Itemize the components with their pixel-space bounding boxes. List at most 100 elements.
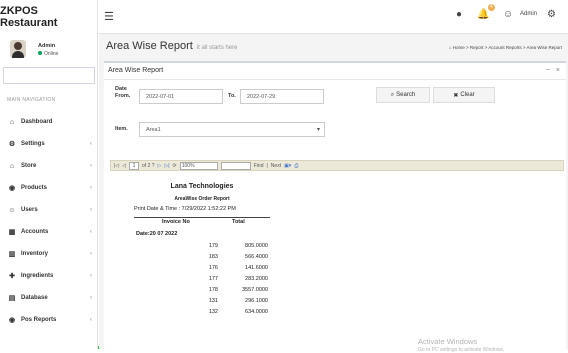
- chevron-left-icon: ‹: [90, 251, 92, 257]
- products-icon: ◉: [8, 185, 16, 192]
- sidebar-item-dashboard[interactable]: ⌂ Dashboard: [0, 112, 98, 132]
- sidebar-item-label: Users: [21, 207, 38, 213]
- zoom-select[interactable]: 100%: [179, 161, 218, 170]
- invoice-cell: 178: [208, 287, 218, 293]
- total-cell: 141.6000: [245, 265, 268, 271]
- table-row: 176 141.6000: [136, 263, 268, 274]
- watermark-line2: Go to PC settings to activate Windows.: [418, 347, 505, 353]
- avatar: [10, 40, 26, 58]
- status-online: Online: [38, 51, 58, 57]
- breadcrumb-home[interactable]: Home: [453, 45, 465, 50]
- sidebar-search-input[interactable]: [3, 67, 95, 84]
- col-total-header: Total: [232, 219, 245, 225]
- sidebar-item-store[interactable]: ⌂ Store ‹: [0, 156, 98, 176]
- total-cell: 3557.0000: [242, 287, 268, 293]
- sidebar-item-settings[interactable]: ⚙ Settings ‹: [0, 134, 98, 154]
- next-page-icon[interactable]: ▷: [158, 163, 162, 169]
- breadcrumb-account-reports[interactable]: Account Reports: [488, 45, 521, 50]
- breadcrumb-current: Area Wise Report: [526, 45, 562, 50]
- sidebar-item-products[interactable]: ◉ Products ‹: [0, 178, 98, 198]
- sidebar-item-label: Inventory: [21, 251, 49, 257]
- refresh-icon[interactable]: ⟳: [173, 163, 177, 169]
- prev-page-icon[interactable]: ◁: [122, 163, 126, 169]
- sidebar-item-pos-reports[interactable]: ◉ Pos Reports ‹: [0, 310, 98, 330]
- page-count: of 2 ?: [142, 162, 155, 169]
- sidebar-item-ingredients[interactable]: ✚ Ingredients ‹: [0, 266, 98, 286]
- user-icon: ☺: [8, 206, 16, 214]
- page-title: Area Wise Report: [106, 40, 193, 52]
- total-cell: 566.4000: [245, 254, 268, 260]
- report-panel: Area Wise Report − × Date From. 2022-07-…: [104, 61, 566, 353]
- brand-logo[interactable]: ZKPOS Restaurant: [0, 0, 98, 34]
- sidebar-item-label: Accounts: [21, 229, 49, 235]
- watermark-line1: Activate Windows: [418, 337, 478, 346]
- sidebar-user-name: Admin: [38, 42, 56, 49]
- date-group-label: Date:20 07 2022: [136, 231, 178, 237]
- table-row: 132 634.0000: [136, 307, 268, 318]
- clear-button[interactable]: ✖ Clear: [433, 87, 495, 103]
- item-select[interactable]: Area1: [139, 122, 325, 137]
- bell-icon[interactable]: 🔔: [477, 9, 489, 20]
- sidebar-item-accounts[interactable]: ▦ Accounts ‹: [0, 222, 98, 242]
- settings-gear-icon[interactable]: ⚙: [547, 9, 556, 20]
- last-page-icon[interactable]: ▷|: [164, 163, 169, 169]
- search-button[interactable]: ⌕ Search: [376, 87, 430, 103]
- sidebar-item-label: Settings: [21, 141, 45, 147]
- report-title: AreaWise Order Report: [174, 196, 230, 202]
- panel-title: Area Wise Report: [108, 67, 164, 74]
- sidebar-item-label: Store: [21, 163, 37, 169]
- find-link[interactable]: Find: [254, 163, 264, 169]
- table-row: 131 296.1000: [136, 296, 268, 307]
- chevron-left-icon: ‹: [90, 295, 92, 301]
- item-label: Item.: [115, 126, 128, 132]
- search-icon: ⌕: [390, 91, 395, 98]
- invoice-cell: 131: [208, 298, 218, 304]
- table-row: 178 3557.0000: [136, 285, 268, 296]
- chevron-left-icon: ‹: [90, 163, 92, 169]
- user-avatar-icon[interactable]: ☺: [503, 9, 513, 20]
- col-invoice-header: Invoice No: [162, 219, 190, 225]
- sidebar-toggle-icon[interactable]: ☰: [104, 10, 114, 23]
- store-icon: ⌂: [9, 162, 15, 170]
- sidebar-item-database[interactable]: ▤ Database ‹: [0, 288, 98, 308]
- chevron-left-icon: ‹: [90, 141, 92, 147]
- invoice-cell: 132: [208, 309, 218, 315]
- page-number-input[interactable]: 1: [129, 161, 140, 170]
- table-row: 177 283.2000: [136, 274, 268, 285]
- sidebar-item-label: Products: [21, 185, 48, 191]
- table-row: 183 566.4000: [136, 252, 268, 263]
- print-icon[interactable]: ⎙: [294, 163, 298, 169]
- inventory-icon: ▥: [8, 251, 16, 258]
- find-input[interactable]: [220, 161, 251, 170]
- breadcrumb: ⌂ Home > Report > Account Reports > Area…: [448, 45, 562, 50]
- sidebar-item-inventory[interactable]: ▥ Inventory ‹: [0, 244, 98, 264]
- report-company: Lana Technologies: [170, 183, 234, 190]
- user-panel: Admin Online: [10, 40, 58, 58]
- clear-icon: ✖: [453, 92, 459, 99]
- invoice-cell: 179: [208, 243, 218, 249]
- export-icon[interactable]: ▣▾: [284, 163, 291, 169]
- status-text: Online: [44, 50, 59, 57]
- sidebar-item-label: Dashboard: [21, 119, 53, 125]
- main-content: Area Wise Report it all starts here ⌂ Ho…: [99, 34, 568, 353]
- user-menu[interactable]: Admin: [520, 11, 537, 17]
- chevron-left-icon: ‹: [90, 317, 92, 323]
- ingredients-icon: ✚: [9, 273, 15, 280]
- dashboard-icon: ⌂: [9, 118, 15, 126]
- database-icon: ▤: [8, 295, 16, 302]
- chevron-left-icon: ‹: [90, 207, 92, 213]
- sidebar-item-label: Pos Reports: [21, 317, 57, 323]
- date-from-input[interactable]: 2022-07-01: [139, 89, 223, 104]
- find-next-link[interactable]: Next: [271, 163, 281, 169]
- first-page-icon[interactable]: |◁: [114, 163, 119, 169]
- sidebar-item-users[interactable]: ☺ Users ‹: [0, 200, 98, 220]
- date-to-label: To.: [228, 93, 236, 99]
- search-label: Search: [396, 92, 416, 98]
- date-to-input[interactable]: 2022-07-29: [240, 89, 324, 104]
- chevron-left-icon: ‹: [90, 273, 92, 279]
- panel-tools[interactable]: − ×: [546, 67, 560, 74]
- user-circle-icon[interactable]: ●: [456, 9, 462, 20]
- total-cell: 283.2000: [245, 276, 268, 282]
- breadcrumb-report[interactable]: Report: [470, 45, 484, 50]
- total-cell: 296.1000: [245, 298, 268, 304]
